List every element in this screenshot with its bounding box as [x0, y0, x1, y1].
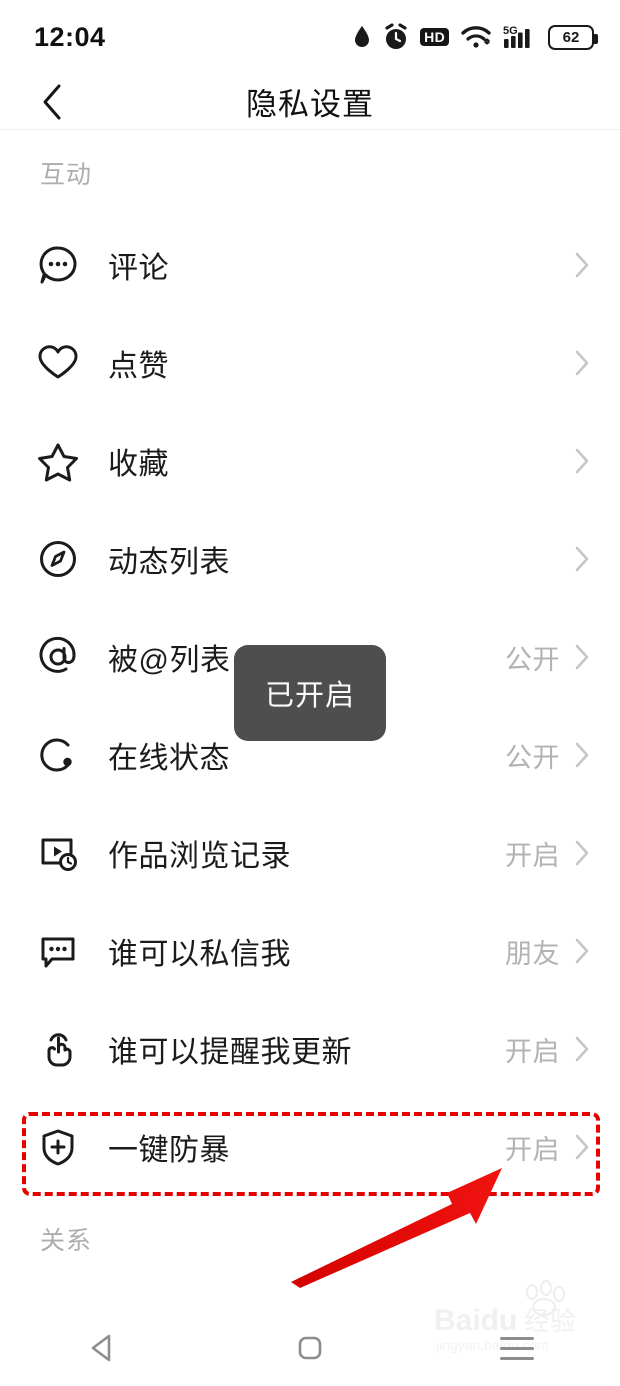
list-item-label: 评论 [108, 252, 169, 285]
list-item-trailing: 公开 [505, 638, 590, 677]
message-box-icon [30, 923, 86, 979]
battery-level: 62 [562, 28, 580, 46]
chevron-right-icon [574, 1035, 590, 1063]
tap-hand-icon [30, 1021, 86, 1077]
chevron-right-icon [574, 1133, 590, 1161]
chevron-left-icon [43, 84, 61, 119]
list-item-value: 朋友 [505, 938, 560, 969]
list-item-value: 开启 [505, 1134, 560, 1165]
status-bar: 12:04 HD 5G 62 [0, 0, 620, 74]
chevron-right-icon [574, 545, 590, 573]
toast-text: 已开启 [264, 680, 355, 712]
list-item-value: 公开 [505, 644, 560, 675]
heart-icon [30, 335, 86, 391]
chevron-right-icon [574, 643, 590, 671]
list-item-comment[interactable]: 评论 [0, 216, 620, 314]
system-nav-bar [0, 1310, 620, 1386]
list-item-trailing: 开启 [505, 834, 590, 873]
home-square-icon [298, 1336, 322, 1360]
list-item-label: 谁可以私信我 [108, 938, 291, 971]
chevron-right-icon [574, 839, 590, 867]
wifi-icon [460, 24, 492, 50]
status-time: 12:04 [34, 21, 106, 52]
status-icon-group: HD 5G 62 [352, 23, 598, 51]
back-triangle-icon [92, 1334, 111, 1362]
system-recents-button[interactable] [413, 1310, 620, 1386]
list-item-favorite[interactable]: 收藏 [0, 412, 620, 510]
back-button[interactable] [30, 80, 74, 124]
chevron-right-icon [574, 447, 590, 475]
svg-text:5G: 5G [503, 25, 518, 37]
chevron-right-icon [574, 741, 590, 769]
list-item-label: 谁可以提醒我更新 [108, 1036, 352, 1069]
list-item-value: 开启 [505, 840, 560, 871]
water-drop-icon [352, 24, 372, 50]
list-item-trailing [560, 349, 590, 377]
system-back-button[interactable] [0, 1310, 207, 1386]
alarm-clock-icon [383, 23, 409, 51]
at-mention-icon [30, 629, 86, 685]
5g-signal-icon: 5G [503, 23, 537, 51]
list-item-direct-message[interactable]: 谁可以私信我 朋友 [0, 902, 620, 1000]
list-item-trailing [560, 545, 590, 573]
chevron-right-icon [574, 349, 590, 377]
list-item-feed[interactable]: 动态列表 [0, 510, 620, 608]
recents-menu-icon [499, 1336, 534, 1360]
section-header-interaction: 互动 [40, 161, 93, 189]
page-title: 隐私设置 [246, 87, 374, 122]
toast-message: 已开启 [234, 645, 386, 741]
list-item-like[interactable]: 点赞 [0, 314, 620, 412]
app-bar: 隐私设置 [0, 74, 620, 130]
list-item-value: 公开 [505, 742, 560, 773]
system-home-button[interactable] [207, 1310, 414, 1386]
section-header-relations: 关系 [40, 1227, 93, 1255]
comment-bubble-icon [30, 237, 86, 293]
list-item-label: 收藏 [108, 448, 169, 481]
list-item-value: 开启 [505, 1036, 560, 1067]
list-item-view-history[interactable]: 作品浏览记录 开启 [0, 804, 620, 902]
list-item-trailing: 公开 [505, 736, 590, 775]
list-item-label: 作品浏览记录 [108, 840, 291, 873]
phone-screen: 12:04 HD 5G 62 隐私设置 互动 评论 点赞 收藏 动态列表 被@列… [0, 0, 620, 1386]
video-history-icon [30, 825, 86, 881]
list-item-label: 一键防暴 [108, 1134, 230, 1167]
list-item-trailing: 朋友 [505, 932, 590, 971]
chevron-right-icon [574, 251, 590, 279]
list-item-trailing [560, 447, 590, 475]
online-status-icon [30, 727, 86, 783]
star-icon [30, 433, 86, 489]
list-item-trailing: 开启 [505, 1030, 590, 1069]
list-item-trailing: 开启 [505, 1128, 590, 1167]
list-item-label: 点赞 [108, 350, 169, 383]
list-item-label: 在线状态 [108, 742, 230, 775]
list-item-label: 被@列表 [108, 644, 231, 677]
list-item-update-reminder[interactable]: 谁可以提醒我更新 开启 [0, 1000, 620, 1098]
hd-icon: HD [420, 28, 449, 46]
list-item-anti-abuse[interactable]: 一键防暴 开启 [0, 1098, 620, 1196]
shield-plus-icon [30, 1119, 86, 1175]
battery-icon: 62 [548, 24, 598, 50]
compass-icon [30, 531, 86, 587]
chevron-right-icon [574, 937, 590, 965]
list-item-trailing [560, 251, 590, 279]
list-item-label: 动态列表 [108, 546, 230, 579]
